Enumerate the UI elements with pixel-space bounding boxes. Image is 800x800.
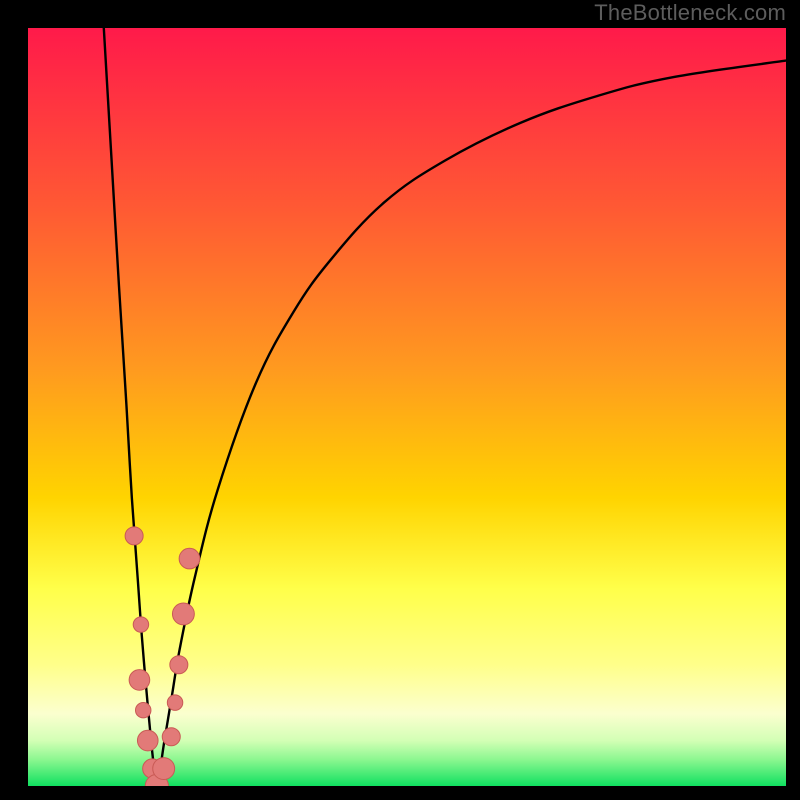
data-dot [170, 656, 188, 674]
watermark-text: TheBottleneck.com [594, 0, 786, 26]
data-dot [167, 695, 182, 710]
data-dot [125, 527, 143, 545]
data-dot [179, 548, 200, 569]
plot-area [28, 28, 786, 786]
data-dot [137, 730, 158, 751]
data-dot [129, 670, 150, 691]
data-dot [133, 617, 148, 632]
chart-frame: TheBottleneck.com [0, 0, 800, 800]
data-dot [172, 603, 194, 625]
data-dot [153, 758, 175, 780]
bottleneck-curve [104, 28, 786, 786]
data-dot [162, 728, 180, 746]
curve-layer [28, 28, 786, 786]
data-dot [135, 702, 150, 717]
